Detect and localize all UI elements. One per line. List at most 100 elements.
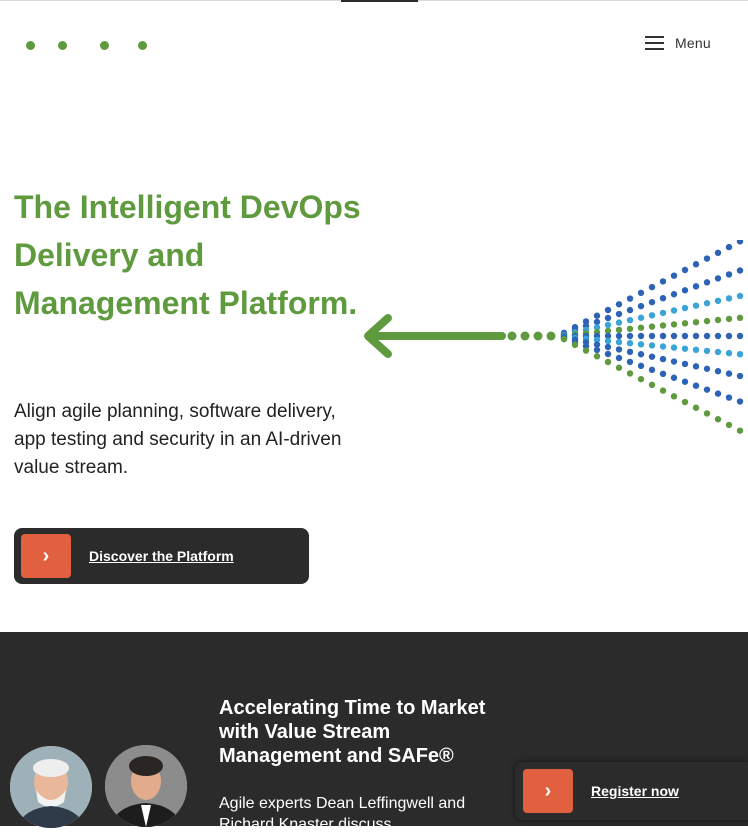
stream-dot <box>546 331 556 341</box>
stream-dot <box>659 332 667 340</box>
stream-dot <box>637 341 645 348</box>
stream-dot <box>670 358 678 365</box>
stream-dot <box>648 323 656 330</box>
stream-dot <box>670 321 678 328</box>
stream-dot <box>681 378 689 385</box>
stream-dot <box>736 372 744 380</box>
stream-dot <box>725 315 733 323</box>
stream-dot <box>637 314 645 321</box>
hamburger-icon <box>645 35 664 51</box>
stream-dot <box>648 353 656 360</box>
stream-dot <box>626 348 634 356</box>
menu-button[interactable]: Menu <box>645 35 711 51</box>
stream-dot <box>659 387 667 394</box>
stream-dot <box>637 351 645 358</box>
stream-dot <box>507 331 517 341</box>
stream-dot <box>648 298 656 306</box>
discover-platform-label: Discover the Platform <box>89 548 234 564</box>
stream-dot <box>604 306 612 314</box>
stream-dot <box>736 240 744 245</box>
stream-dot <box>626 306 634 314</box>
stream-dot <box>692 332 700 340</box>
stream-dot <box>670 272 678 279</box>
register-label: Register now <box>591 783 679 799</box>
stream-dot <box>593 312 601 319</box>
stream-dot <box>648 332 656 340</box>
stream-dot <box>725 349 733 357</box>
stream-dot <box>659 343 667 350</box>
stream-dot <box>725 394 733 401</box>
stream-dot <box>725 271 733 278</box>
stream-dot <box>604 337 612 345</box>
stream-dot <box>637 375 645 383</box>
discover-platform-button[interactable]: › Discover the Platform <box>14 528 309 584</box>
avatar <box>105 745 187 827</box>
stream-dot <box>681 332 689 340</box>
active-tab-indicator <box>341 0 418 2</box>
stream-dot <box>648 366 656 374</box>
stream-dot <box>615 332 623 340</box>
stream-dot <box>533 331 543 341</box>
stream-dot <box>725 332 733 340</box>
stream-dot <box>681 287 689 294</box>
stream-dot <box>681 360 689 368</box>
stream-dot <box>725 370 733 377</box>
stream-dot <box>736 267 744 274</box>
dot-fan <box>507 240 744 434</box>
stream-dot <box>648 342 656 349</box>
stream-dot <box>714 316 722 324</box>
stream-dot <box>615 319 623 326</box>
stream-dot <box>692 382 700 389</box>
stream-dot <box>703 410 711 417</box>
stream-dot <box>692 283 700 290</box>
stream-dot <box>681 345 689 352</box>
stream-dot <box>681 304 689 312</box>
hero-subtitle: Align agile planning, software delivery,… <box>14 401 342 478</box>
stream-dot <box>703 279 711 286</box>
stream-dot <box>520 331 530 341</box>
stream-dot <box>604 314 612 322</box>
stream-dot <box>736 427 744 434</box>
stream-dot <box>703 347 711 355</box>
stream-dot <box>648 312 656 319</box>
value-stream-graphic <box>364 240 744 434</box>
stream-dot <box>615 338 623 346</box>
stream-dot <box>703 332 711 340</box>
stream-dot <box>659 295 667 302</box>
stream-dot <box>714 348 722 356</box>
stream-dot <box>637 289 645 297</box>
stream-dot <box>593 353 601 360</box>
stream-dot <box>714 275 722 282</box>
stream-dot <box>736 351 744 358</box>
stream-dot <box>670 344 678 351</box>
stream-dot <box>692 363 700 370</box>
stream-dot <box>703 317 711 325</box>
chevron-right-icon: › <box>523 769 573 813</box>
stream-dot <box>714 249 722 256</box>
stream-dot <box>615 301 623 308</box>
stream-dot <box>692 404 700 411</box>
stream-dot <box>670 374 678 381</box>
stream-dot <box>637 302 645 310</box>
stream-dot <box>659 309 667 317</box>
register-button[interactable]: › Register now <box>515 762 748 820</box>
arrow-left-icon <box>364 314 506 358</box>
stream-dot <box>626 332 634 340</box>
stream-dot <box>692 261 700 268</box>
stream-dot <box>571 341 579 349</box>
stream-dot <box>714 297 722 304</box>
stream-dot <box>593 341 601 348</box>
stream-dot <box>703 386 711 393</box>
stream-dot <box>582 347 590 354</box>
stream-dot <box>725 243 733 251</box>
stream-dot <box>670 332 678 340</box>
brand-logo[interactable] <box>26 41 156 53</box>
stream-dot <box>703 255 711 262</box>
stream-dot <box>637 324 645 331</box>
chevron-right-icon: › <box>21 534 71 578</box>
stream-dot <box>681 398 689 406</box>
stream-dot <box>725 421 733 429</box>
stream-dot <box>681 320 689 327</box>
stream-dot <box>692 302 700 309</box>
stream-dot <box>615 346 623 353</box>
